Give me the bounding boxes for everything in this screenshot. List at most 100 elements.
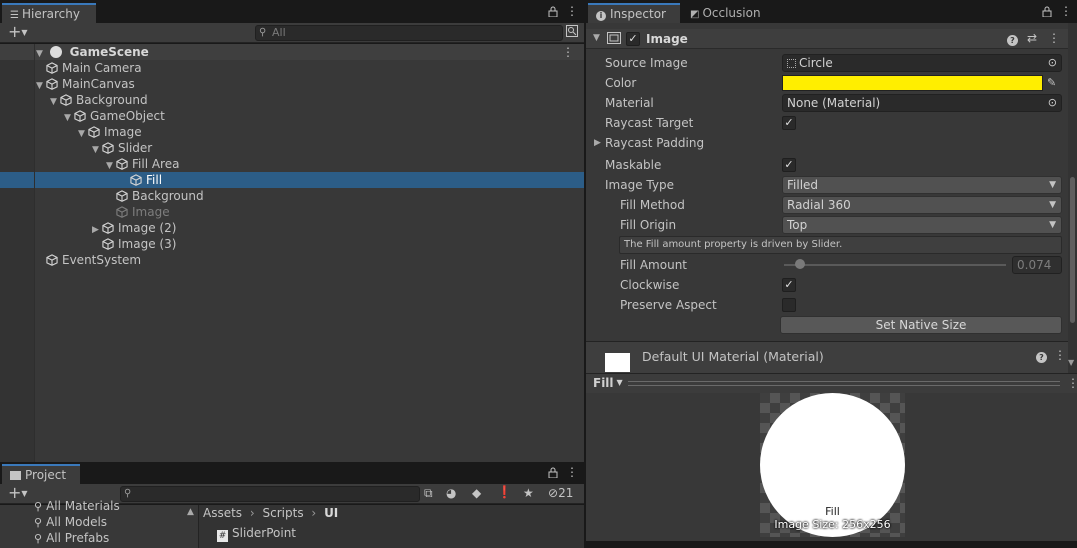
breadcrumb-ui[interactable]: UI	[324, 506, 338, 520]
raycast-padding-arrow-icon[interactable]: ▶	[594, 138, 601, 148]
tree-row-label: Main Camera	[62, 61, 142, 75]
occlusion-icon: ◩	[690, 9, 700, 20]
preview-menu-icon[interactable]: ⋮	[1067, 376, 1077, 390]
object-picker-icon[interactable]: ⊙	[1048, 95, 1057, 111]
scroll-up-arrow-icon[interactable]: ▲	[187, 507, 194, 517]
breadcrumb: Assets › Scripts › UI	[203, 506, 338, 520]
breadcrumb-assets[interactable]: Assets	[203, 506, 242, 520]
tree-row[interactable]: Image	[0, 204, 584, 220]
filter-by-type-icon[interactable]: ◕	[446, 486, 456, 500]
material-help-icon[interactable]: ?	[1036, 349, 1047, 363]
tree-row[interactable]: ▼ MainCanvas	[0, 76, 584, 92]
tree-row[interactable]: Main Camera	[0, 60, 584, 76]
image-type-dropdown[interactable]: Filled ▼	[782, 176, 1062, 194]
preview-drag-handle[interactable]	[628, 381, 1060, 386]
tree-row[interactable]: ▼ Slider	[0, 140, 584, 156]
csharp-script-icon: #	[217, 530, 228, 542]
help-box: The Fill amount property is driven by Sl…	[619, 236, 1062, 254]
hidden-packages-icon[interactable]: ⊘21	[548, 486, 573, 500]
preserve-aspect-checkbox[interactable]	[782, 298, 796, 312]
gameobject-cube-icon	[116, 206, 128, 218]
gameobject-cube-icon	[102, 222, 114, 234]
material-field[interactable]: None (Material) ⊙	[782, 94, 1062, 112]
project-kebab-icon[interactable]: ⋮	[566, 465, 578, 479]
help-icon[interactable]: ?	[1007, 32, 1018, 46]
breadcrumb-scripts[interactable]: Scripts	[263, 506, 304, 520]
tree-row-label: Fill	[146, 173, 163, 187]
fill-method-dropdown[interactable]: Radial 360 ▼	[782, 196, 1062, 214]
gameobject-cube-icon	[46, 62, 58, 74]
bottom-bar	[586, 541, 1077, 548]
scroll-down-arrow-icon[interactable]: ▼	[1068, 358, 1074, 367]
fill-origin-dropdown[interactable]: Top ▼	[782, 216, 1062, 234]
project-assets: Assets › Scripts › UI # SliderPoint	[199, 505, 584, 548]
material-menu-icon[interactable]: ⋮	[1054, 348, 1066, 362]
component-enabled-checkbox[interactable]: ✓	[626, 32, 640, 46]
search-icon: ⚲	[34, 532, 43, 545]
tree-row[interactable]: EventSystem	[0, 252, 584, 268]
tree-row[interactable]: ▼ Fill Area	[0, 156, 584, 172]
chevron-right-icon: ›	[249, 506, 255, 520]
console-warning-icon[interactable]: ❗	[497, 485, 512, 499]
scene-menu-icon[interactable]: ⋮	[562, 44, 574, 60]
gameobject-cube-icon	[102, 142, 114, 154]
fill-amount-slider-track	[784, 264, 1006, 266]
tab-inspector[interactable]: i Inspector	[588, 3, 680, 23]
tree-row[interactable]: ▼ Background	[0, 92, 584, 108]
scrollbar-thumb[interactable]	[1070, 177, 1075, 323]
maskable-checkbox[interactable]: ✓	[782, 158, 796, 172]
raycast-padding-foldout[interactable]: Raycast Padding	[605, 136, 704, 150]
tree-row[interactable]: ▼ GameObject	[0, 108, 584, 124]
inspector-lock-icon[interactable]	[1042, 6, 1052, 20]
gameobject-cube-icon	[46, 254, 58, 266]
tree-row-label: Image (2)	[118, 221, 177, 235]
lock-icon[interactable]	[548, 6, 558, 20]
chevron-down-icon: ▼	[616, 378, 623, 387]
add-object-plus-icon[interactable]: +▼	[8, 24, 28, 41]
list-item[interactable]: ⚲ All Models	[0, 514, 198, 530]
fold-arrow-icon[interactable]: ▼	[593, 33, 600, 43]
clockwise-checkbox[interactable]: ✓	[782, 278, 796, 292]
gameobject-cube-icon	[116, 158, 128, 170]
tree-row[interactable]: Fill	[0, 172, 584, 188]
tree-row-label: EventSystem	[62, 253, 142, 267]
search-icon: ⚲	[34, 500, 43, 513]
project-lock-icon[interactable]	[548, 467, 558, 481]
fill-amount-input[interactable]: 0.074	[1012, 256, 1062, 274]
list-item[interactable]: # SliderPoint	[217, 526, 296, 542]
list-item[interactable]: ⚲ All Materials	[0, 498, 198, 514]
scene-row[interactable]: ▼ GameScene ⋮	[0, 44, 584, 60]
preview-dropdown[interactable]: Fill ▼	[593, 376, 623, 390]
component-menu-icon[interactable]: ⋮	[1048, 31, 1060, 45]
kebab-menu-icon[interactable]: ⋮	[566, 4, 578, 18]
search-filter-icon[interactable]	[566, 25, 578, 40]
gameobject-cube-icon	[116, 190, 128, 202]
inspector-kebab-icon[interactable]: ⋮	[1060, 4, 1072, 18]
color-field[interactable]	[782, 75, 1043, 91]
object-picker-icon[interactable]: ⊙	[1048, 55, 1057, 71]
tree-row[interactable]: Background	[0, 188, 584, 204]
eyedropper-icon[interactable]: ✎	[1047, 76, 1056, 89]
favorites-star-icon[interactable]: ★	[523, 486, 534, 500]
gameobject-cube-icon	[46, 78, 58, 90]
gameobject-cube-icon	[74, 110, 86, 122]
hierarchy-search-input[interactable]: ⚲ All	[255, 25, 563, 41]
source-image-field[interactable]: Circle ⊙	[782, 54, 1062, 72]
list-item[interactable]: ⚲ All Prefabs	[0, 530, 198, 546]
search-mode-icon[interactable]: ⧉	[424, 486, 433, 501]
list-icon: ☰	[10, 10, 19, 21]
tab-occlusion[interactable]: ◩ Occlusion	[682, 3, 772, 23]
tab-hierarchy[interactable]: ☰ Hierarchy	[2, 3, 96, 23]
tree-row[interactable]: ▼ Image	[0, 124, 584, 140]
set-native-size-button[interactable]: Set Native Size	[780, 316, 1062, 334]
tree-row[interactable]: Image (3)	[0, 236, 584, 252]
raycast-target-checkbox[interactable]: ✓	[782, 116, 796, 130]
tab-project[interactable]: Project	[2, 464, 80, 484]
chevron-down-icon: ▼	[1049, 220, 1056, 230]
tree-row-label: Image	[132, 205, 170, 219]
tree-row[interactable]: ▶ Image (2)	[0, 220, 584, 236]
tree-row-label: Background	[132, 189, 204, 203]
filter-by-label-icon[interactable]: ◆	[472, 486, 481, 500]
fill-amount-slider-thumb[interactable]	[795, 259, 806, 269]
presets-icon[interactable]: ⇄	[1027, 31, 1037, 45]
